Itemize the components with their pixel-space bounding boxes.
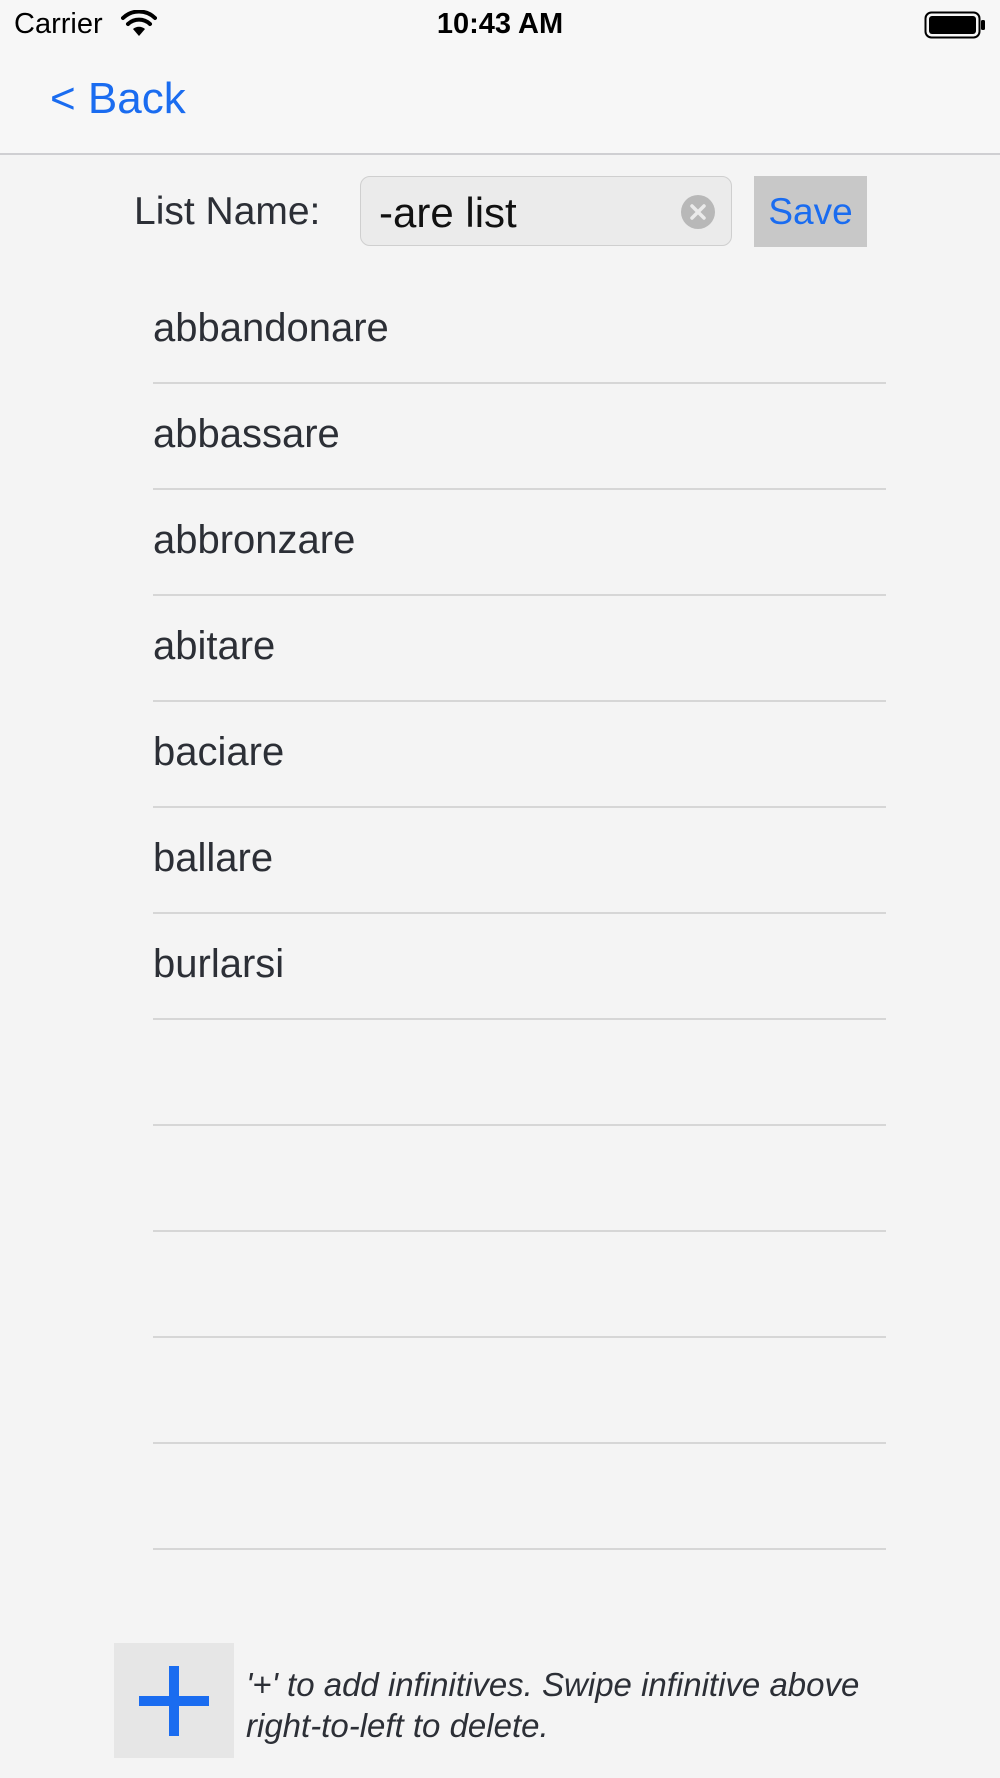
list-item[interactable]: abbandonare [153, 278, 886, 384]
infinitive-list: abbandonare abbassare abbronzare abitare… [153, 278, 886, 1550]
empty-list-item [153, 1232, 886, 1338]
list-item[interactable]: baciare [153, 702, 886, 808]
list-name-field[interactable]: -are list [360, 176, 732, 246]
list-item-label: abbassare [153, 412, 340, 456]
empty-list-item [153, 1020, 886, 1126]
list-item[interactable]: abitare [153, 596, 886, 702]
list-item[interactable]: burlarsi [153, 914, 886, 1020]
navigation-bar: < Back [0, 50, 1000, 155]
status-time: 10:43 AM [436, 8, 564, 40]
empty-list-item [153, 1126, 886, 1232]
add-infinitive-button[interactable] [114, 1643, 234, 1758]
battery-icon [924, 11, 985, 39]
list-name-label: List Name: [134, 190, 321, 233]
list-name-value[interactable]: -are list [379, 189, 517, 237]
list-item-label: baciare [153, 730, 285, 774]
plus-icon [139, 1666, 209, 1736]
back-button[interactable]: < Back [50, 74, 186, 124]
save-button[interactable]: Save [754, 176, 867, 247]
empty-list-item [153, 1444, 886, 1550]
list-item[interactable]: abbassare [153, 384, 886, 490]
list-item[interactable]: abbronzare [153, 490, 886, 596]
list-item-label: ballare [153, 836, 274, 880]
list-item[interactable]: ballare [153, 808, 886, 914]
clear-circle-icon[interactable] [681, 195, 715, 229]
status-bar: Carrier 10:43 AM [0, 0, 1000, 50]
empty-list-item [153, 1338, 886, 1444]
help-text: '+' to add infinitives. Swipe infinitive… [246, 1666, 860, 1744]
list-item-label: abbronzare [153, 518, 356, 562]
list-item-label: abitare [153, 624, 276, 668]
list-item-label: abbandonare [153, 306, 389, 350]
list-item-label: burlarsi [153, 942, 285, 986]
